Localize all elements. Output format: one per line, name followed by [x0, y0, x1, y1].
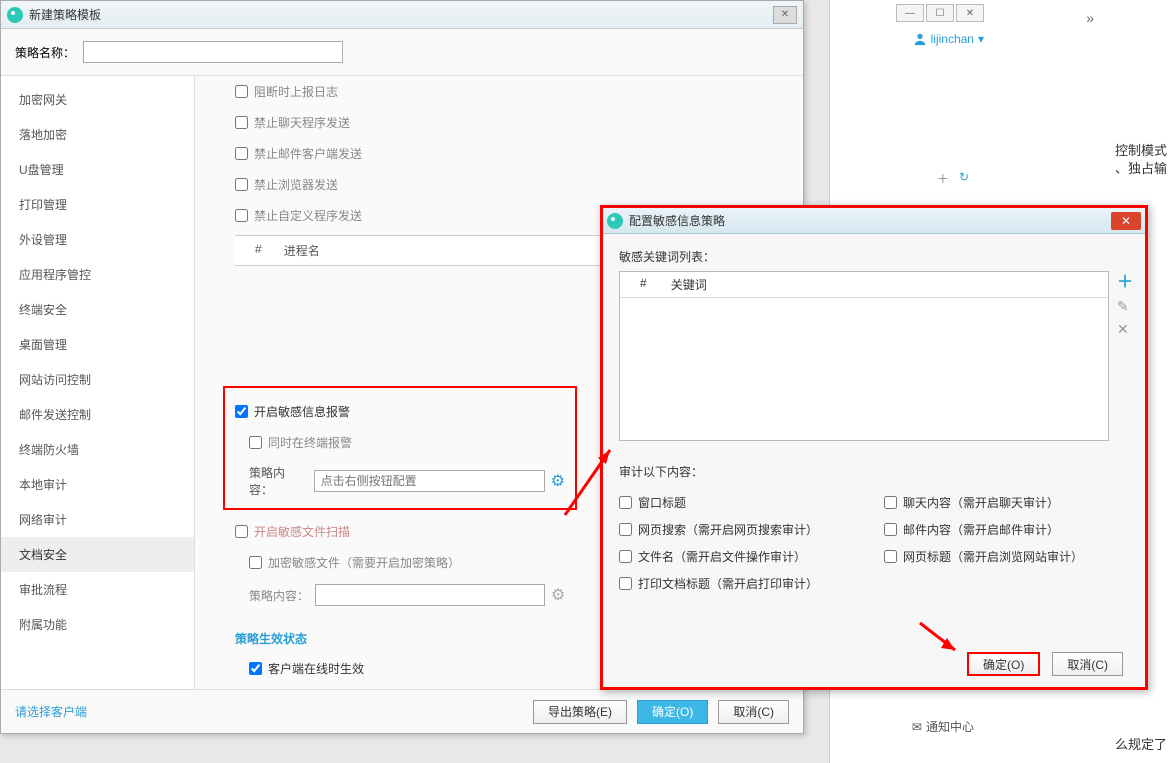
sidebar-item-1[interactable]: 落地加密 [1, 117, 194, 152]
sidebar-item-6[interactable]: 终端安全 [1, 292, 194, 327]
kw-col-hash: # [640, 276, 647, 293]
effect-online-check[interactable] [249, 662, 262, 675]
keyword-list-label: 敏感关键词列表： [619, 248, 1129, 271]
close-icon-sub[interactable]: ✕ [1111, 212, 1141, 230]
dialog-title: 新建策略模板 [29, 6, 773, 23]
sensitive-alarm-section: 开启敏感信息报警 同时在终端报警 策略内容： ⚙ [223, 386, 577, 510]
sub-body: 敏感关键词列表： # 关键词 ＋ ✎ ✕ 审计以下内容： 窗口标题 聊天内容（需开… [603, 234, 1145, 641]
policy-name-label: 策略名称： [15, 44, 75, 61]
right-text-1: 控制模式 [1115, 140, 1167, 159]
audit-check-4[interactable] [619, 550, 632, 563]
content-label-2: 策略内容： [249, 587, 309, 604]
sidebar-item-11[interactable]: 本地审计 [1, 467, 194, 502]
audit-check-1[interactable] [884, 496, 897, 509]
sidebar-item-5[interactable]: 应用程序管控 [1, 257, 194, 292]
audit-check-5[interactable] [884, 550, 897, 563]
username: lijinchan [931, 32, 974, 46]
plus-icon[interactable]: ＋ [937, 170, 949, 187]
audit-item-2[interactable]: 网页搜索（需开启网页搜索审计） [619, 521, 864, 538]
audit-check-0[interactable] [619, 496, 632, 509]
sidebar-item-0[interactable]: 加密网关 [1, 82, 194, 117]
notice-center[interactable]: ✉ 通知中心 [912, 718, 974, 735]
keyword-tools: ＋ ✎ ✕ [1117, 268, 1133, 338]
cancel-button-sub[interactable]: 取消(C) [1052, 652, 1123, 676]
sub-footer: 确定(O) 取消(C) [603, 641, 1145, 687]
col-procname: 进程名 [284, 242, 320, 259]
gear-icon[interactable]: ⚙ [551, 471, 565, 491]
audit-item-6[interactable]: 打印文档标题（需开启打印审计） [619, 575, 1129, 592]
keyword-table[interactable]: # 关键词 [619, 271, 1109, 441]
policy-content-input-2[interactable] [315, 584, 545, 606]
refresh-icon[interactable]: ↻ [959, 170, 969, 187]
mail-icon: ✉ [912, 720, 922, 734]
enable-file-scan-check[interactable] [235, 525, 248, 538]
minimize-button[interactable]: — [896, 4, 924, 22]
sub-titlebar[interactable]: 配置敏感信息策略 ✕ [603, 208, 1145, 234]
sidebar-item-12[interactable]: 网络审计 [1, 502, 194, 537]
gear-icon-2[interactable]: ⚙ [551, 585, 565, 605]
no-mail-check[interactable] [235, 147, 248, 160]
sensitive-config-dialog: 配置敏感信息策略 ✕ 敏感关键词列表： # 关键词 ＋ ✎ ✕ 审计以下内容： … [600, 205, 1148, 690]
audit-check-6[interactable] [619, 577, 632, 590]
titlebar[interactable]: 新建策略模板 ✕ [1, 1, 803, 29]
sidebar-item-4[interactable]: 外设管理 [1, 222, 194, 257]
policy-content-input[interactable] [314, 470, 545, 492]
sidebar-item-2[interactable]: U盘管理 [1, 152, 194, 187]
sidebar-item-15[interactable]: 附属功能 [1, 607, 194, 642]
col-hash: # [255, 242, 262, 259]
ok-button-main[interactable]: 确定(O) [637, 700, 708, 724]
window-controls-bg: — ☐ ✕ [896, 4, 984, 22]
close-button-bg[interactable]: ✕ [956, 4, 984, 22]
sidebar-item-9[interactable]: 邮件发送控制 [1, 397, 194, 432]
select-client-link[interactable]: 请选择客户端 [15, 703, 523, 720]
content-label: 策略内容： [249, 464, 308, 498]
policy-name-input[interactable] [83, 41, 343, 63]
cancel-button-main[interactable]: 取消(C) [718, 700, 789, 724]
kw-col-keyword: 关键词 [671, 276, 707, 293]
sub-app-icon [607, 213, 623, 229]
user-dropdown[interactable]: lijinchan ▾ [913, 32, 984, 46]
right-text-3: 么规定了 [1115, 734, 1167, 753]
encrypt-sensitive-check[interactable] [249, 556, 262, 569]
sidebar-item-7[interactable]: 桌面管理 [1, 327, 194, 362]
also-terminal-check[interactable] [249, 436, 262, 449]
audit-item-0[interactable]: 窗口标题 [619, 494, 864, 511]
sidebar-item-14[interactable]: 审批流程 [1, 572, 194, 607]
audit-item-3[interactable]: 邮件内容（需开启邮件审计） [884, 521, 1129, 538]
app-icon [7, 7, 23, 23]
sidebar-item-10[interactable]: 终端防火墙 [1, 432, 194, 467]
audit-item-4[interactable]: 文件名（需开启文件操作审计） [619, 548, 864, 565]
delete-keyword-icon[interactable]: ✕ [1117, 321, 1133, 338]
maximize-button[interactable]: ☐ [926, 4, 954, 22]
sidebar-item-8[interactable]: 网站访问控制 [1, 362, 194, 397]
block-log-check[interactable] [235, 85, 248, 98]
footer: 请选择客户端 导出策略(E) 确定(O) 取消(C) [1, 689, 803, 733]
bg-toolbar-icons: ＋ ↻ [937, 170, 969, 187]
sub-title: 配置敏感信息策略 [629, 212, 1111, 229]
chevrons-icon[interactable]: » [1086, 10, 1094, 26]
export-button[interactable]: 导出策略(E) [533, 700, 627, 724]
right-text-2: 、独占输 [1115, 158, 1167, 177]
ok-button-sub[interactable]: 确定(O) [967, 652, 1040, 676]
sidebar-item-3[interactable]: 打印管理 [1, 187, 194, 222]
audit-check-3[interactable] [884, 523, 897, 536]
user-icon [913, 32, 927, 46]
no-browser-check[interactable] [235, 178, 248, 191]
enable-alarm-check[interactable] [235, 405, 248, 418]
audit-check-2[interactable] [619, 523, 632, 536]
audit-item-5[interactable]: 网页标题（需开启浏览网站审计） [884, 548, 1129, 565]
no-chat-check[interactable] [235, 116, 248, 129]
audit-label: 审计以下内容： [619, 463, 1129, 486]
no-custom-check[interactable] [235, 209, 248, 222]
add-keyword-icon[interactable]: ＋ [1117, 268, 1133, 292]
sidebar[interactable]: 加密网关落地加密U盘管理打印管理外设管理应用程序管控终端安全桌面管理网站访问控制… [1, 76, 195, 689]
policy-name-row: 策略名称： [1, 29, 803, 76]
audit-item-1[interactable]: 聊天内容（需开启聊天审计） [884, 494, 1129, 511]
dropdown-icon: ▾ [978, 32, 984, 46]
sidebar-item-13[interactable]: 文档安全 [1, 537, 194, 572]
close-icon[interactable]: ✕ [773, 6, 797, 24]
edit-keyword-icon[interactable]: ✎ [1117, 298, 1133, 315]
